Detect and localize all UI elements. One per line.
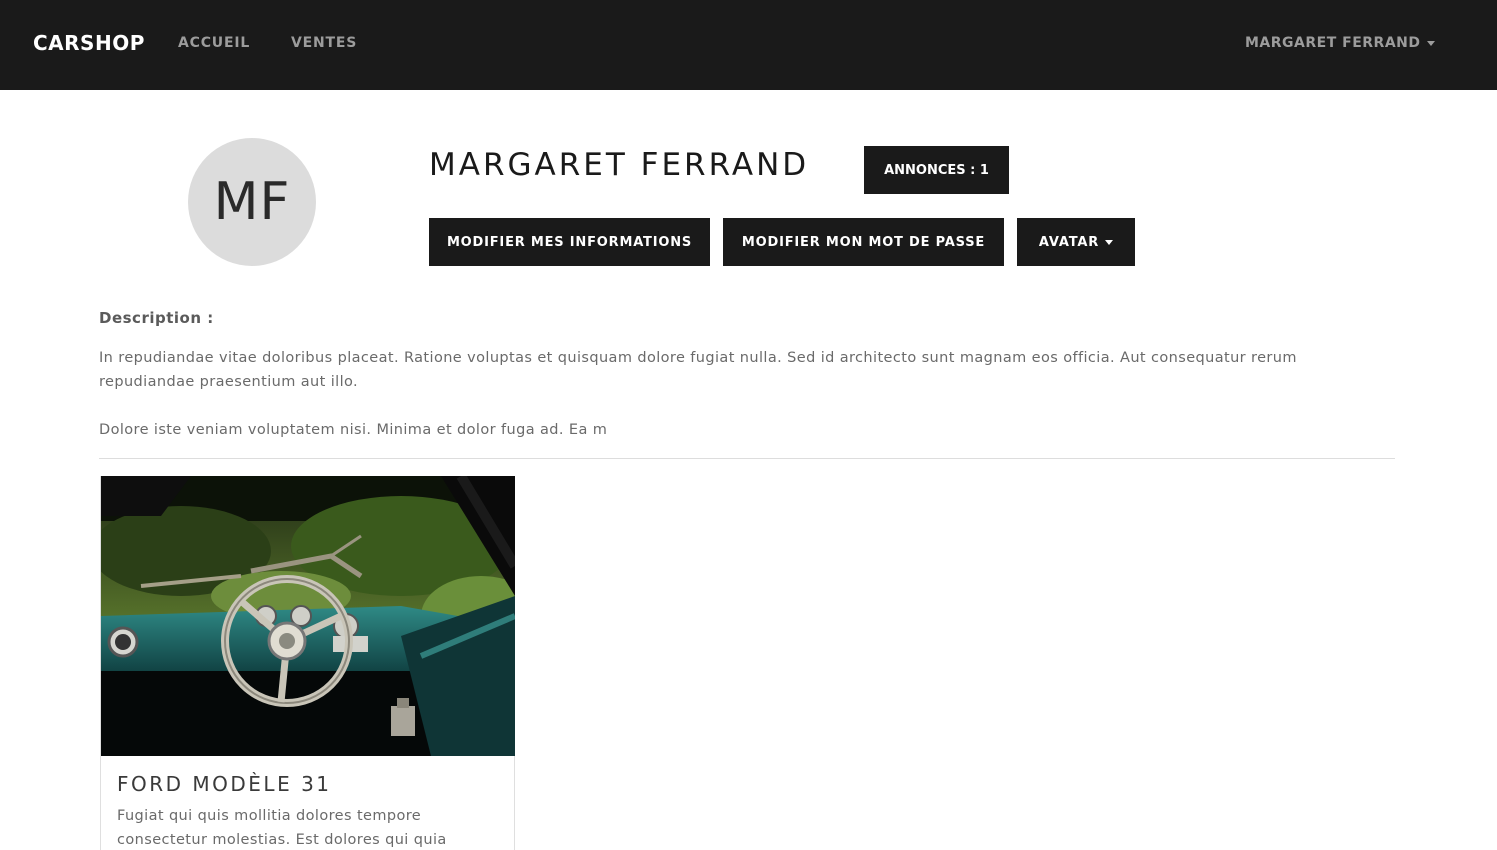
avatar-dropdown-button[interactable]: AVATAR xyxy=(1017,218,1135,266)
listing-card[interactable]: FORD MODÈLE 31 Fugiat qui quis mollitia … xyxy=(100,476,515,850)
avatar-initials: MF xyxy=(213,172,291,232)
caret-down-icon xyxy=(1426,40,1435,46)
description-paragraph: Dolore iste veniam voluptatem nisi. Mini… xyxy=(99,422,608,438)
profile-name: MARGARET FERRAND xyxy=(429,147,810,183)
caret-down-icon xyxy=(1105,239,1114,245)
top-navbar: CARSHOP ACCUEIL VENTES MARGARET FERRAND xyxy=(0,0,1497,90)
description-label: Description : xyxy=(99,309,214,327)
nav-link-accueil[interactable]: ACCUEIL xyxy=(178,35,250,51)
user-menu-dropdown[interactable]: MARGARET FERRAND xyxy=(1245,35,1435,51)
avatar-button-label: AVATAR xyxy=(1038,234,1100,250)
brand-logo[interactable]: CARSHOP xyxy=(33,31,145,55)
edit-info-button[interactable]: MODIFIER MES INFORMATIONS xyxy=(429,218,710,266)
edit-password-button[interactable]: MODIFIER MON MOT DE PASSE xyxy=(723,218,1004,266)
listing-excerpt: Fugiat qui quis mollitia dolores tempore… xyxy=(117,808,447,848)
description-paragraph: In repudiandae vitae doloribus placeat. … xyxy=(99,350,1297,390)
user-menu-label: MARGARET FERRAND xyxy=(1245,35,1421,51)
section-divider xyxy=(99,458,1395,459)
avatar: MF xyxy=(188,138,316,266)
listing-photo[interactable] xyxy=(101,476,515,756)
listing-title[interactable]: FORD MODÈLE 31 xyxy=(117,772,332,796)
annonces-count-badge[interactable]: ANNONCES : 1 xyxy=(864,146,1009,194)
nav-link-ventes[interactable]: VENTES xyxy=(291,35,357,51)
